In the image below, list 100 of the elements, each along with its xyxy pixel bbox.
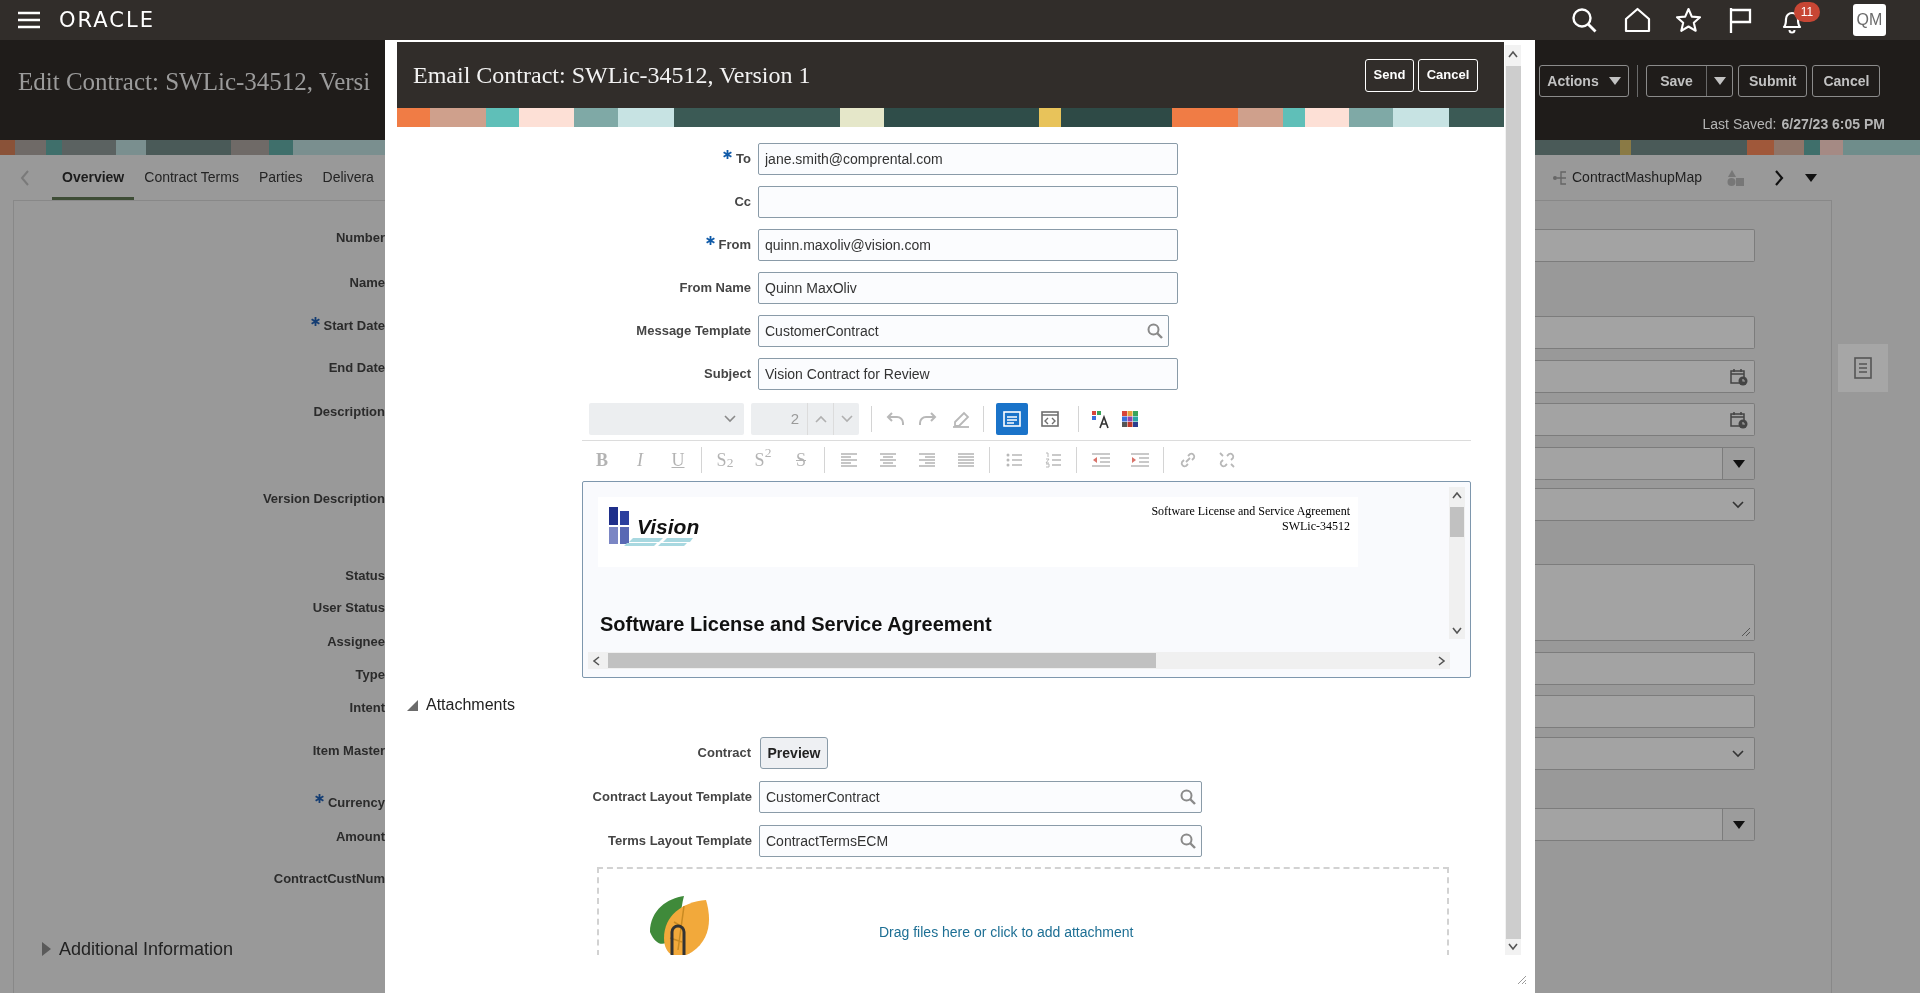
section-title[interactable]: Additional Information: [59, 935, 234, 963]
expand-triangle-icon[interactable]: [41, 942, 51, 956]
side-panel-button[interactable]: [1838, 344, 1888, 392]
field-label: Status: [345, 567, 385, 586]
chevron-right-icon[interactable]: [1438, 655, 1446, 666]
star-icon[interactable]: [1675, 7, 1702, 33]
font-color-icon[interactable]: [1091, 409, 1111, 429]
unlink-icon[interactable]: [1217, 451, 1236, 469]
chevron-down-icon: [724, 415, 736, 423]
dropdown-field[interactable]: [1535, 447, 1755, 480]
eraser-icon[interactable]: [951, 410, 971, 428]
scrollbar-thumb[interactable]: [608, 653, 1156, 668]
chevron-down-icon[interactable]: [1508, 943, 1518, 951]
cancel-button[interactable]: Cancel: [1418, 58, 1478, 92]
add-attachment-link[interactable]: Drag files here or click to add attachment: [879, 922, 1134, 943]
last-saved-time: 6/27/23 6:05 PM: [1781, 115, 1885, 134]
collapse-triangle-icon[interactable]: [407, 699, 418, 711]
input-field[interactable]: quinn.maxoliv@vision.com: [758, 229, 1178, 261]
menu-icon[interactable]: [17, 11, 41, 29]
date-field[interactable]: [1535, 360, 1755, 393]
input-field[interactable]: [1535, 316, 1755, 349]
input-field[interactable]: [1535, 652, 1755, 685]
chevron-down-icon: [1732, 500, 1744, 509]
bulleted-list-icon[interactable]: [1005, 452, 1022, 468]
date-field[interactable]: [1535, 403, 1755, 436]
input-field[interactable]: Quinn MaxOliv: [758, 272, 1178, 304]
preview-button[interactable]: Preview: [760, 737, 828, 769]
field-label: Cc: [734, 193, 751, 212]
action-button[interactable]: Cancel: [1812, 65, 1881, 97]
text-area[interactable]: [1535, 564, 1755, 641]
align-right-icon[interactable]: [918, 452, 935, 468]
redo-icon[interactable]: [917, 411, 937, 427]
actions-menu-button[interactable]: Actions: [1539, 65, 1629, 97]
align-left-icon[interactable]: [840, 452, 857, 468]
calendar-icon[interactable]: [1730, 367, 1748, 386]
caret-down-icon[interactable]: [1732, 820, 1745, 829]
field-label: Contract Layout Template: [592, 787, 752, 806]
shapes-icon[interactable]: [1726, 168, 1745, 187]
numbered-list-icon[interactable]: [1044, 452, 1061, 468]
field-label: Message Template: [636, 322, 751, 341]
logo-stripes-icon: [623, 537, 693, 547]
undo-icon[interactable]: [886, 411, 906, 427]
input-field[interactable]: Vision Contract for Review: [758, 358, 1178, 390]
chevron-up-icon[interactable]: [1508, 50, 1518, 58]
input-field[interactable]: jane.smith@comprental.com: [758, 143, 1178, 175]
select-field[interactable]: [1535, 488, 1755, 521]
horizontal-scrollbar[interactable]: [588, 652, 1450, 669]
field-label: Description: [313, 403, 385, 422]
rich-text-view-button[interactable]: [996, 403, 1028, 435]
field-label: User Status: [312, 599, 385, 618]
rich-text-editor[interactable]: Vision Software License and Service Agreement SWLic-34512 Software License and Service Agreement: [582, 481, 1471, 678]
notification-badge: 11: [1794, 2, 1820, 22]
file-drop-zone[interactable]: Drag files here or click to add attachment: [597, 867, 1449, 955]
vertical-scrollbar[interactable]: [1449, 487, 1465, 639]
tab[interactable]: Delivera: [312, 155, 384, 200]
field-label: To: [736, 150, 751, 169]
send-button[interactable]: Send: [1365, 58, 1414, 92]
justify-icon[interactable]: [957, 452, 974, 468]
chevron-up-icon[interactable]: [1452, 491, 1462, 499]
field-label: Type: [355, 666, 385, 685]
caret-down-icon[interactable]: [1713, 77, 1726, 85]
home-icon[interactable]: [1624, 7, 1651, 33]
chevron-left-icon[interactable]: [592, 655, 600, 666]
field-label: Item Master: [312, 742, 385, 761]
calendar-icon[interactable]: [1730, 410, 1748, 429]
tab[interactable]: Parties: [248, 155, 313, 200]
field-label: Contract: [697, 744, 751, 763]
chevron-down-icon[interactable]: [1452, 627, 1462, 635]
flag-icon[interactable]: [1728, 7, 1753, 33]
caret-down-icon[interactable]: [1732, 459, 1745, 468]
section-title[interactable]: Attachments: [426, 693, 515, 717]
caret-down-icon[interactable]: [1804, 173, 1817, 182]
hierarchy-icon[interactable]: [1553, 169, 1567, 186]
rich-text-icon: [1003, 411, 1021, 427]
chevron-right-icon[interactable]: [1773, 169, 1784, 186]
action-button[interactable]: Submit: [1738, 65, 1808, 97]
input-field[interactable]: [758, 186, 1178, 218]
input-field[interactable]: [1535, 229, 1755, 262]
link-icon[interactable]: [1178, 451, 1197, 469]
dropdown-field[interactable]: [1535, 808, 1755, 841]
document-header-text: SWLic-34512: [1282, 519, 1350, 534]
outdent-icon[interactable]: [1091, 452, 1110, 468]
select-field[interactable]: [1535, 737, 1755, 770]
caret-down-icon[interactable]: [1608, 77, 1621, 85]
scrollbar-thumb[interactable]: [1450, 507, 1464, 537]
input-field[interactable]: ContractTermsECM: [759, 824, 1202, 857]
tab[interactable]: ContractMashupMap: [1572, 167, 1702, 188]
search-icon[interactable]: [1571, 7, 1597, 33]
tab[interactable]: Contract Terms: [134, 155, 249, 200]
indent-icon[interactable]: [1130, 452, 1149, 468]
user-avatar[interactable]: QM: [1853, 4, 1886, 36]
resize-grip-icon[interactable]: [1517, 975, 1527, 985]
tab[interactable]: Overview: [52, 155, 135, 200]
input-field[interactable]: [1535, 695, 1755, 728]
document-heading: Software License and Service Agreement: [600, 612, 992, 636]
dialog-title: Email Contract: SWLic-34512, Version 1: [413, 61, 812, 90]
background-color-icon[interactable]: [1121, 410, 1139, 428]
align-center-icon[interactable]: [879, 452, 896, 468]
input-field[interactable]: CustomerContract: [758, 315, 1169, 347]
input-field[interactable]: CustomerContract: [759, 780, 1202, 813]
